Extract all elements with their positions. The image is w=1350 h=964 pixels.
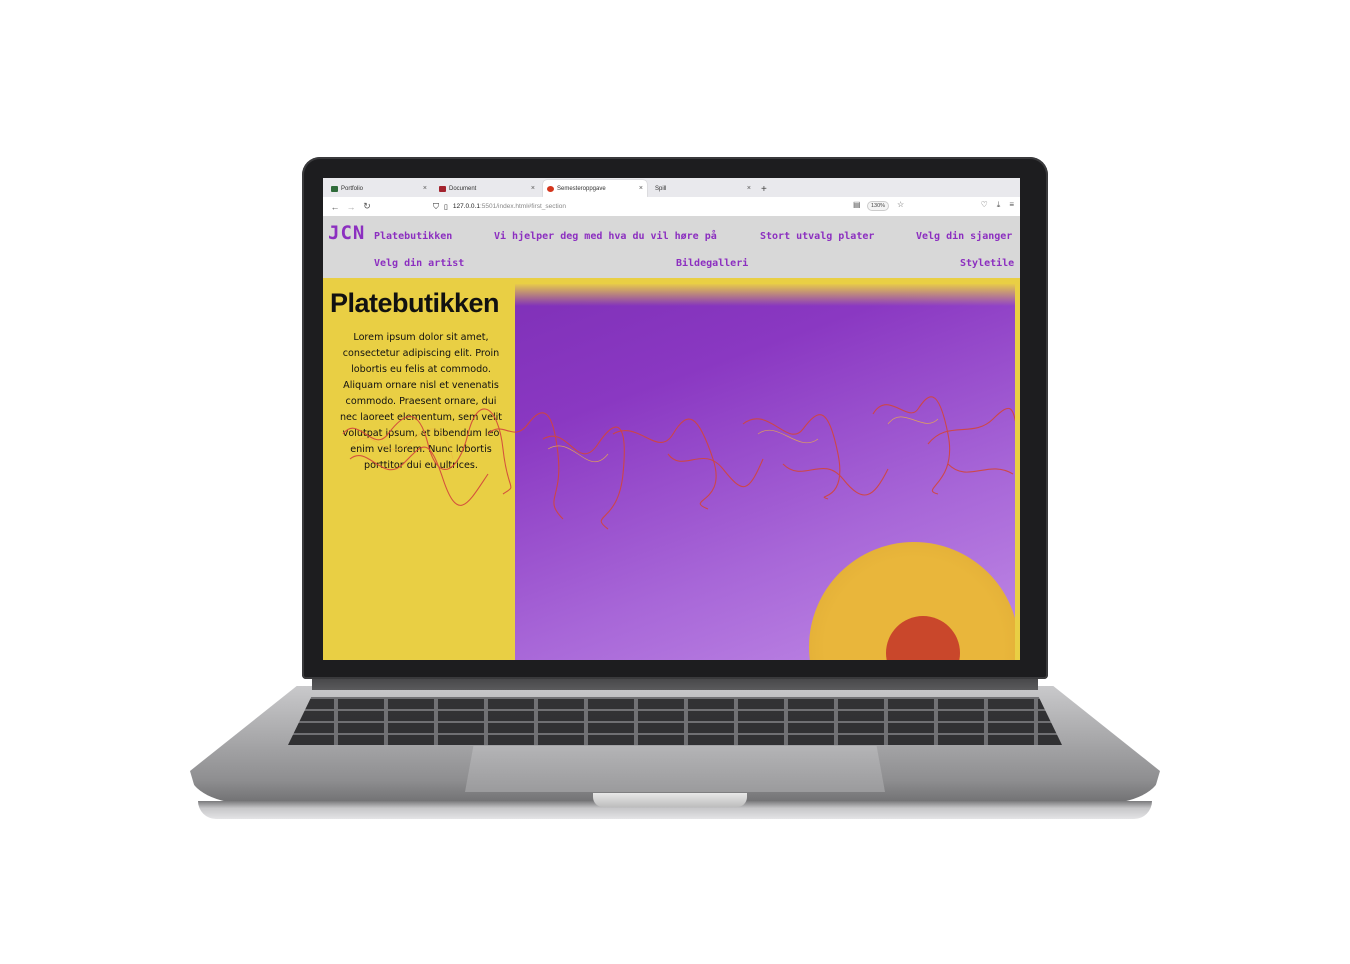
url-path: :5501/index.html#first_section (479, 203, 566, 210)
tab-label: Spill (655, 185, 667, 192)
hero-background: Platebutikken Lorem ipsum dolor sit amet… (328, 284, 1015, 660)
tab-semesteroppgave[interactable]: Semesteroppgave × (543, 180, 647, 197)
download-icon[interactable]: ⤓ (997, 200, 1001, 210)
laptop-trackpad (465, 746, 885, 792)
site-header: JCN Platebutikken Vi hjelper deg med hva… (323, 216, 1020, 278)
laptop-screen: Portfolio × Document × Semesteroppgave ×… (323, 178, 1020, 660)
nav-link-velg-sjanger[interactable]: Velg din sjanger (916, 231, 1012, 242)
tab-spill[interactable]: Spill × (651, 180, 755, 197)
nav-link-velg-artist[interactable]: Velg din artist (374, 258, 464, 269)
close-tab-icon[interactable]: × (531, 185, 535, 192)
back-icon[interactable]: ← (327, 202, 343, 212)
bookmark-star-icon[interactable]: ☆ (897, 200, 904, 209)
browser-tab-bar: Portfolio × Document × Semesteroppgave ×… (323, 178, 1020, 197)
page-icon: ▯ (444, 203, 448, 211)
tab-document[interactable]: Document × (435, 180, 539, 197)
close-tab-icon[interactable]: × (747, 185, 751, 192)
url-host: 127.0.0.1 (452, 203, 480, 210)
zoom-level[interactable]: 130% (867, 201, 890, 211)
nav-link-platebutikken[interactable]: Platebutikken (374, 231, 452, 242)
nav-link-vi-hjelper[interactable]: Vi hjelper deg med hva du vil høre på (494, 231, 717, 242)
url-bar[interactable]: ⛉ ▯ 127.0.0.1:5501/index.html#first_sect… (433, 200, 873, 213)
tab-portfolio[interactable]: Portfolio × (327, 180, 431, 197)
new-tab-button[interactable]: + (761, 184, 767, 197)
menu-icon[interactable]: ≡ (1009, 200, 1014, 210)
forward-icon[interactable]: → (343, 202, 359, 212)
laptop-lid-notch (593, 793, 747, 807)
close-tab-icon[interactable]: × (639, 185, 643, 192)
close-tab-icon[interactable]: × (423, 185, 427, 192)
tab-label: Document (449, 185, 477, 192)
reader-icon[interactable]: ▤ (853, 200, 861, 209)
pocket-icon[interactable]: ♡ (981, 200, 988, 210)
document-favicon-icon (439, 185, 446, 192)
hero-section: Platebutikken Lorem ipsum dolor sit amet… (323, 278, 1020, 660)
nav-link-styletile[interactable]: Styletile (960, 258, 1014, 269)
tab-label: Semesteroppgave (557, 185, 606, 192)
browser-nav-bar: ← → ↻ ⛉ ▯ 127.0.0.1:5501/index.html#firs… (323, 197, 1020, 217)
toolbar-right: ♡ ⤓ ≡ (981, 200, 1014, 210)
site-logo[interactable]: JCN (328, 222, 365, 244)
portfolio-favicon-icon (331, 185, 338, 192)
shield-icon[interactable]: ⛉ (433, 202, 439, 212)
nav-link-bildegalleri[interactable]: Bildegalleri (676, 258, 748, 269)
laptop-keyboard (288, 697, 1062, 745)
url-text: 127.0.0.1:5501/index.html#first_section (453, 203, 566, 210)
semesteroppgave-favicon-icon (547, 185, 554, 192)
reload-icon[interactable]: ↻ (359, 201, 375, 212)
tab-label: Portfolio (341, 185, 364, 192)
nav-link-stort-utvalg[interactable]: Stort utvalg plater (760, 231, 874, 242)
